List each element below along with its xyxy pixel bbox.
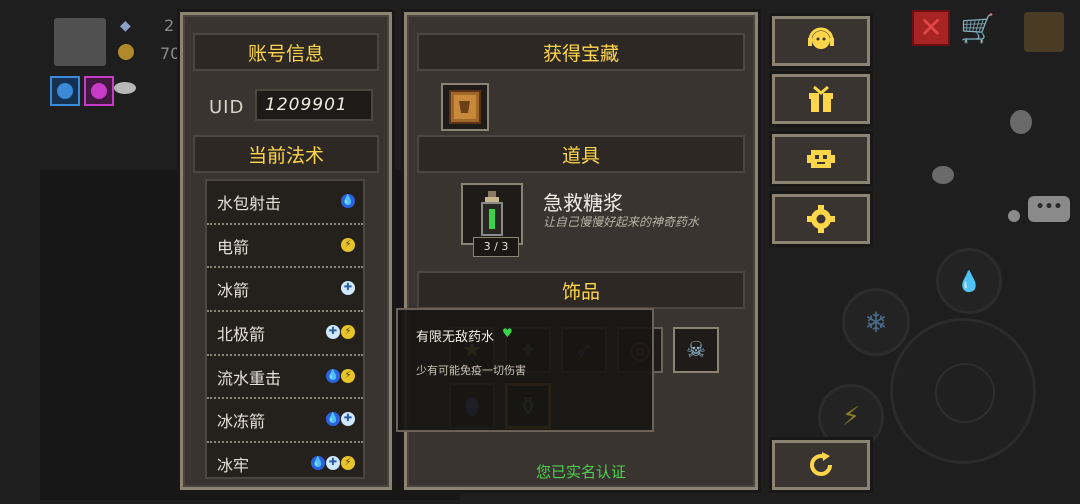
refresh-icon: [810, 452, 832, 476]
treasure-title: 获得宝藏: [417, 33, 745, 71]
tooltip-title: 有限无敌药水: [416, 330, 495, 345]
potion-bottle-icon: [481, 191, 503, 236]
spell-list[interactable]: 水包射击 💧 电箭 ⚡ 冰箭 ✚ 北极箭 ✚ ⚡ 流水重击 💧 ⚡ 冰冻箭 💧 …: [205, 179, 365, 479]
spell-name: 流水重击: [217, 368, 282, 388]
treasure-scroll-icon: [449, 90, 481, 124]
spells-title: 当前法术: [193, 135, 379, 173]
spell-row[interactable]: 冰牢 💧 ✚ ⚡: [207, 443, 363, 477]
treasure-slot[interactable]: [441, 83, 489, 131]
coin-count: 70: [160, 44, 181, 63]
heart-icon: ♥: [502, 326, 513, 340]
ice-element-icon: ✚: [326, 456, 340, 471]
prop-slot[interactable]: [461, 183, 523, 245]
skull-accessory-icon: ☠: [686, 337, 706, 363]
gem-count: 2: [164, 16, 175, 35]
support-headset-icon: [808, 27, 834, 49]
prop-item-name: 急救糖浆: [543, 191, 623, 215]
spell-name: 冰箭: [217, 281, 250, 301]
community-icon: [807, 150, 835, 168]
ice-element-icon: ✚: [341, 281, 355, 296]
account-title: 账号信息: [193, 33, 379, 71]
spell-name: 电箭: [217, 237, 250, 257]
lightning-element-icon: ⚡: [341, 237, 355, 252]
buff-magic-icon: [84, 76, 114, 106]
lightning-element-icon: ⚡: [341, 325, 355, 340]
support-button[interactable]: [772, 16, 870, 66]
rock-decoration: [932, 166, 954, 184]
water-element-icon: 💧: [326, 412, 340, 427]
gift-button[interactable]: [772, 74, 870, 124]
refresh-button[interactable]: [772, 440, 870, 490]
lightning-element-icon: ⚡: [341, 456, 355, 471]
uid-field[interactable]: 1209901: [255, 89, 373, 121]
spell-name: 冰冻箭: [217, 412, 266, 432]
water-element-icon: 💧: [326, 368, 340, 383]
account-panel: 账号信息 UID 1209901 当前法术 水包射击 💧 电箭 ⚡ 冰箭 ✚ 北…: [180, 12, 392, 490]
community-button[interactable]: [772, 134, 870, 184]
water-skill-button[interactable]: 💧: [936, 248, 1002, 314]
spell-row[interactable]: 电箭 ⚡: [207, 225, 363, 269]
accessories-title: 饰品: [417, 271, 745, 309]
prop-count: 3 / 3: [473, 237, 519, 257]
pet-icon: [114, 82, 136, 94]
minimap[interactable]: [54, 18, 106, 66]
lightning-element-icon: ⚡: [341, 368, 355, 383]
tooltip-desc: 少有可能免疫一切伤害: [416, 364, 526, 377]
movement-joystick[interactable]: [890, 318, 1036, 464]
spell-row[interactable]: 北极箭 ✚ ⚡: [207, 312, 363, 356]
accessory-slot[interactable]: ☠: [673, 327, 719, 373]
water-element-icon: 💧: [311, 456, 325, 471]
chat-bubble-icon[interactable]: •••: [1028, 196, 1070, 222]
water-element-icon: 💧: [341, 194, 355, 208]
ice-element-icon: ✚: [326, 325, 340, 340]
close-icon[interactable]: ✕: [912, 10, 950, 46]
spell-name: 北极箭: [217, 325, 266, 345]
gem-icon: ◆: [120, 18, 131, 34]
ice-element-icon: ✚: [341, 412, 355, 427]
spell-row[interactable]: 冰箭 ✚: [207, 268, 363, 313]
uid-label: UID: [209, 97, 245, 118]
gift-icon: [809, 85, 833, 112]
spell-name: 水包射击: [217, 194, 282, 213]
settings-gear-icon: [807, 205, 835, 233]
pause-icon[interactable]: [1024, 12, 1064, 52]
spell-row[interactable]: 冰冻箭 💧 ✚: [207, 399, 363, 444]
rock-decoration: [1010, 110, 1032, 134]
rock-decoration: [1008, 210, 1020, 222]
prop-item-desc: 让自己慢慢好起来的神奇药水: [543, 215, 700, 229]
props-title: 道具: [417, 135, 745, 173]
coin-icon: [118, 44, 134, 60]
spell-name: 冰牢: [217, 456, 250, 476]
ice-skill-button[interactable]: ❄: [842, 288, 910, 356]
spell-row[interactable]: 流水重击 💧 ⚡: [207, 356, 363, 400]
settings-button[interactable]: [772, 194, 870, 244]
item-tooltip: 有限无敌药水 ♥ 少有可能免疫一切伤害: [396, 308, 654, 432]
buff-water-icon: [50, 76, 80, 106]
shop-cart-icon[interactable]: 🛒: [960, 12, 995, 45]
verified-status: 您已实名认证: [535, 463, 626, 481]
spell-row[interactable]: 水包射击 💧: [207, 181, 363, 225]
